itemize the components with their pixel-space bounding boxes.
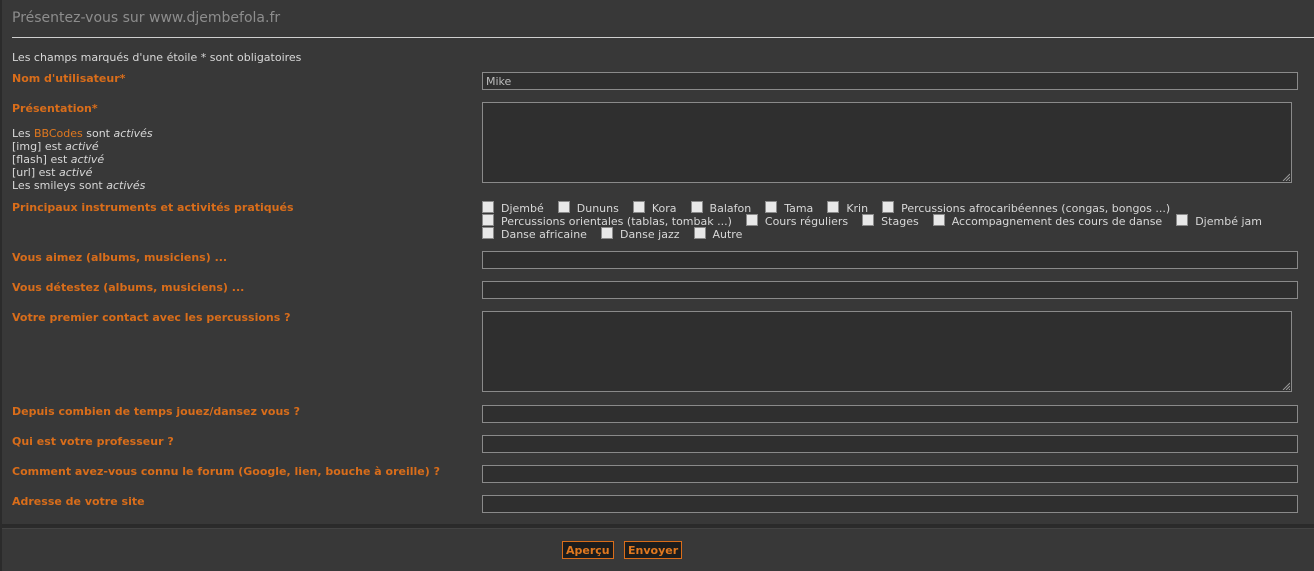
- checkbox[interactable]: [827, 201, 840, 213]
- instrument-option[interactable]: Accompagnement des cours de danse: [932, 214, 1163, 228]
- checkbox-label: Danse africaine: [501, 228, 587, 241]
- bbcodes-link[interactable]: BBCodes: [34, 127, 83, 140]
- checkbox[interactable]: [632, 201, 645, 213]
- checkbox[interactable]: [482, 227, 494, 239]
- form-panel: Présentez-vous sur www.djembefola.fr Les…: [2, 0, 1314, 526]
- website-label: Adresse de votre site: [12, 495, 145, 508]
- page-title: Présentez-vous sur www.djembefola.fr: [12, 10, 281, 26]
- first-contact-textarea[interactable]: [482, 311, 1292, 392]
- instrument-option[interactable]: Balafon: [690, 201, 751, 215]
- how-known-label: Comment avez-vous connu le forum (Google…: [12, 465, 440, 478]
- presentation-label: Présentation*: [12, 102, 98, 115]
- instrument-option[interactable]: Danse jazz: [600, 227, 680, 241]
- username-input[interactable]: [482, 72, 1298, 90]
- checkbox-label: Accompagnement des cours de danse: [951, 215, 1163, 228]
- instrument-option[interactable]: Krin: [827, 201, 868, 215]
- checkbox[interactable]: [690, 201, 703, 213]
- dislikes-label: Vous détestez (albums, musiciens) ...: [12, 281, 245, 294]
- resize-grip-icon[interactable]: [1282, 382, 1290, 390]
- instrument-option[interactable]: Dununs: [557, 201, 619, 215]
- instruments-label: Principaux instruments et activités prat…: [12, 201, 294, 214]
- first-contact-label: Votre premier contact avec les percussio…: [12, 311, 291, 324]
- likes-label: Vous aimez (albums, musiciens) ...: [12, 251, 228, 264]
- required-note: Les champs marqués d'une étoile * sont o…: [12, 51, 302, 64]
- resize-grip-icon[interactable]: [1282, 173, 1290, 181]
- instrument-option[interactable]: Stages: [862, 214, 919, 228]
- checkbox-label: Danse jazz: [619, 228, 680, 241]
- instrument-option[interactable]: Kora: [632, 201, 677, 215]
- checkbox[interactable]: [482, 214, 494, 226]
- presentation-textarea[interactable]: [482, 102, 1292, 183]
- checkbox-label: Djembé jam: [1195, 215, 1262, 228]
- checkbox[interactable]: [1176, 214, 1189, 226]
- checkbox[interactable]: [600, 227, 613, 239]
- bbcode-info: Les BBCodes sont activés [img] est activ…: [12, 127, 153, 192]
- website-input[interactable]: [482, 495, 1298, 513]
- checkbox-label: Autre: [712, 228, 743, 241]
- checkbox[interactable]: [882, 201, 895, 213]
- checkbox-label: Cours réguliers: [764, 215, 849, 228]
- checkbox[interactable]: [745, 214, 758, 226]
- divider: [12, 37, 1314, 38]
- instrument-option[interactable]: Danse africaine: [482, 227, 587, 241]
- duration-input[interactable]: [482, 405, 1298, 423]
- dislikes-input[interactable]: [482, 281, 1298, 299]
- likes-input[interactable]: [482, 251, 1298, 269]
- instruments-row-2: Percussions orientales (tablas, tombak .…: [482, 214, 1276, 228]
- instrument-option[interactable]: Percussions orientales (tablas, tombak .…: [482, 214, 732, 228]
- duration-label: Depuis combien de temps jouez/dansez vou…: [12, 405, 301, 418]
- checkbox[interactable]: [482, 201, 494, 213]
- checkbox-label: Stages: [881, 215, 919, 228]
- instruments-row-3: Danse africaine Danse jazz Autre: [482, 227, 756, 241]
- instrument-option[interactable]: Djembé: [482, 201, 544, 215]
- checkbox[interactable]: [862, 214, 875, 226]
- submit-button[interactable]: Envoyer: [624, 541, 683, 559]
- teacher-label: Qui est votre professeur ?: [12, 435, 174, 448]
- form-footer: Aperçu Envoyer: [2, 528, 1314, 571]
- username-label: Nom d'utilisateur*: [12, 72, 126, 85]
- how-known-input[interactable]: [482, 465, 1298, 483]
- checkbox[interactable]: [557, 201, 570, 213]
- checkbox[interactable]: [932, 214, 945, 226]
- instrument-option[interactable]: Tama: [765, 201, 813, 215]
- checkbox[interactable]: [765, 201, 778, 213]
- instrument-option[interactable]: Cours réguliers: [745, 214, 849, 228]
- instruments-row-1: Djembé Dununs Kora Balafon Tama Krin Percussio…: [482, 201, 1184, 215]
- instrument-option[interactable]: Djembé jam: [1176, 214, 1262, 228]
- instrument-option[interactable]: Autre: [693, 227, 743, 241]
- checkbox[interactable]: [693, 227, 706, 239]
- preview-button[interactable]: Aperçu: [562, 541, 614, 559]
- instrument-option[interactable]: Percussions afrocaribéennes (congas, bon…: [882, 201, 1170, 215]
- teacher-input[interactable]: [482, 435, 1298, 453]
